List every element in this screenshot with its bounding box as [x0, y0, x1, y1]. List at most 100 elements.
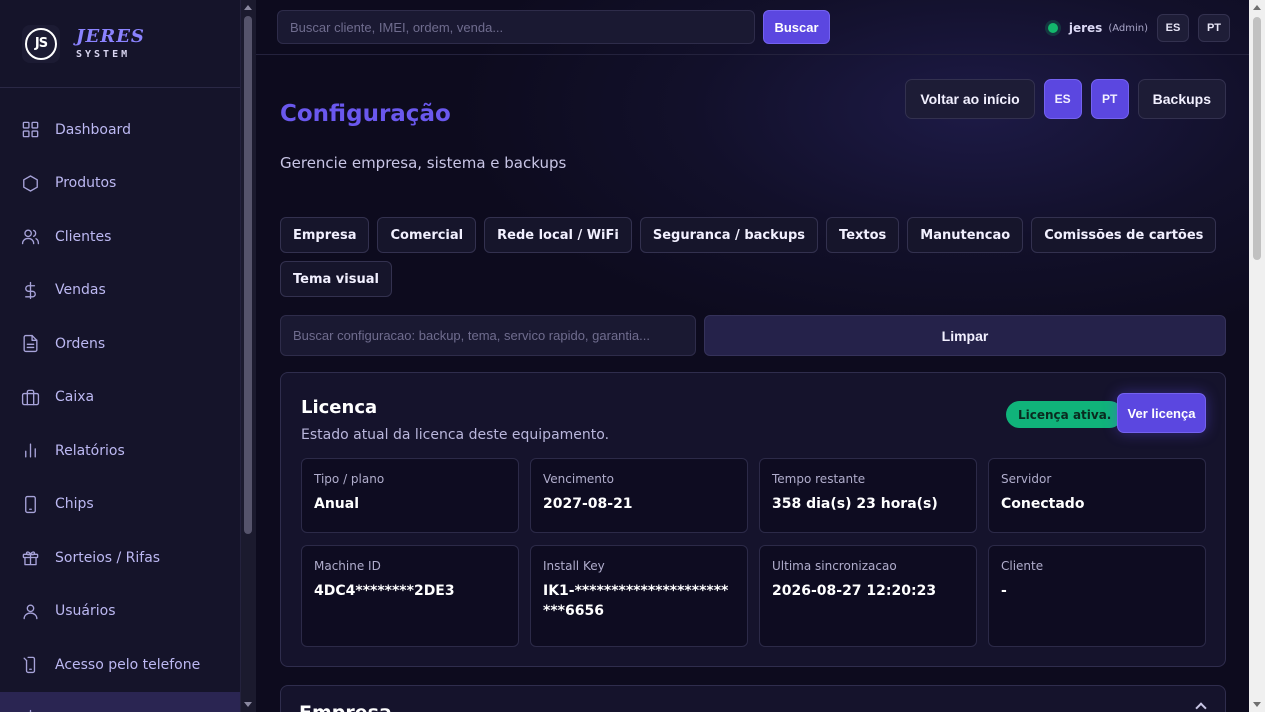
tab-tema-visual[interactable]: Tema visual	[280, 261, 392, 297]
config-search-input[interactable]	[280, 315, 696, 356]
sidebar-item-label: Vendas	[55, 282, 106, 299]
sidebar-item-configuracao[interactable]	[0, 691, 240, 712]
scroll-up-arrow-icon[interactable]	[1253, 5, 1261, 10]
license-field-plan: Tipo / plano Anual	[301, 458, 519, 533]
license-field-machine-id: Machine ID 4DC4********2DE3	[301, 545, 519, 647]
field-label: Vencimento	[543, 472, 614, 486]
scroll-down-arrow-icon[interactable]	[1253, 702, 1261, 707]
license-title: Licenca	[301, 397, 378, 418]
sidebar-item-clientes[interactable]: Clientes	[0, 210, 240, 264]
grid-icon	[22, 121, 39, 138]
lang-pt-button[interactable]: PT	[1198, 14, 1230, 42]
user-area: jeres (Admin) ES PT	[1047, 14, 1230, 42]
view-license-button[interactable]: Ver licença	[1117, 393, 1206, 433]
page-scrollbar[interactable]	[1249, 0, 1265, 712]
license-field-last-sync: Ultima sincronizacao 2026-08-27 12:20:23	[759, 545, 977, 647]
sidebar-item-label: Usuários	[55, 603, 116, 620]
sidebar-item-sorteios[interactable]: Sorteios / Rifas	[0, 531, 240, 585]
header-lang-pt-button[interactable]: PT	[1090, 79, 1129, 119]
sidebar-item-label: Relatórios	[55, 442, 125, 459]
tab-empresa[interactable]: Empresa	[280, 217, 370, 253]
sidebar-item-dashboard[interactable]: Dashboard	[0, 103, 240, 157]
lang-es-button[interactable]: ES	[1157, 14, 1189, 42]
sidebar-nav: Dashboard Produtos Clientes Vendas Orden…	[0, 88, 240, 712]
scroll-down-arrow-icon[interactable]	[244, 702, 252, 707]
brand-sub: SYSTEM	[76, 48, 131, 60]
sidebar-scrollbar-thumb[interactable]	[244, 16, 252, 534]
field-label: Tipo / plano	[314, 472, 385, 486]
tab-comercial[interactable]: Comercial	[377, 217, 477, 253]
field-value: 358 dia(s) 23 hora(s)	[772, 496, 938, 512]
field-value: -	[1001, 583, 1007, 599]
user-role: (Admin)	[1108, 22, 1148, 34]
sidebar-item-relatorios[interactable]: Relatórios	[0, 424, 240, 478]
gift-icon	[22, 551, 39, 566]
license-field-expiry: Vencimento 2027-08-21	[530, 458, 748, 533]
main-content: Buscar jeres (Admin) ES PT Configuração …	[256, 0, 1249, 712]
header-actions: Voltar ao início ES PT Backups	[905, 79, 1226, 119]
sidebar-item-ordens[interactable]: Ordens	[0, 317, 240, 371]
field-value: 4DC4********2DE3	[314, 583, 455, 599]
bar-chart-icon	[25, 443, 36, 458]
sidebar-item-acesso-telefone[interactable]: Acesso pelo telefone	[0, 638, 240, 692]
field-value: 2027-08-21	[543, 496, 633, 512]
sidebar-item-label: Clientes	[55, 228, 112, 245]
section-title: Empresa	[299, 702, 392, 712]
user-name: jeres	[1068, 21, 1103, 35]
backups-button[interactable]: Backups	[1137, 79, 1226, 119]
sidebar-item-label: Produtos	[55, 175, 117, 192]
back-home-button[interactable]: Voltar ao início	[905, 79, 1035, 119]
tab-rede-local[interactable]: Rede local / WiFi	[484, 217, 632, 253]
online-status-icon	[1047, 23, 1058, 33]
topbar: Buscar jeres (Admin) ES PT	[256, 0, 1249, 55]
dollar-icon	[25, 281, 36, 299]
sidebar-item-label: Caixa	[55, 389, 95, 406]
sidebar-item-vendas[interactable]: Vendas	[0, 264, 240, 318]
sidebar-item-produtos[interactable]: Produtos	[0, 157, 240, 211]
chevron-up-icon[interactable]	[1195, 702, 1207, 712]
logo: JS	[22, 24, 60, 63]
page-scrollbar-thumb[interactable]	[1253, 17, 1261, 260]
field-value: Conectado	[1001, 496, 1085, 512]
tab-seguranca-backups[interactable]: Seguranca / backups	[639, 217, 819, 253]
hexagon-icon	[23, 175, 38, 192]
user-icon	[23, 604, 38, 620]
field-label: Machine ID	[314, 559, 381, 573]
field-label: Cliente	[1001, 559, 1044, 573]
page-subtitle: Gerencie empresa, sistema e backups	[280, 154, 567, 172]
tab-comissoes-cartoes[interactable]: Comissões de cartões	[1031, 217, 1217, 253]
license-card: Licenca Estado atual da licenca deste eq…	[280, 372, 1226, 667]
sidebar-item-chips[interactable]: Chips	[0, 478, 240, 532]
global-search-input[interactable]	[277, 10, 755, 44]
phone-icon	[25, 495, 36, 513]
field-label: Servidor	[1001, 472, 1052, 486]
field-label: Tempo restante	[772, 472, 866, 486]
tab-manutencao[interactable]: Manutencao	[907, 217, 1024, 253]
brand[interactable]: JS JERES SYSTEM	[0, 0, 240, 88]
license-field-remaining: Tempo restante 358 dia(s) 23 hora(s)	[759, 458, 977, 533]
sidebar: JS JERES SYSTEM Dashboard Produtos Clien…	[0, 0, 241, 712]
sidebar-item-label: Dashboard	[55, 121, 131, 138]
license-subtitle: Estado atual da licenca deste equipament…	[301, 427, 610, 443]
sidebar-scrollbar[interactable]	[241, 0, 256, 712]
tab-textos[interactable]: Textos	[826, 217, 900, 253]
field-value: Anual	[314, 496, 360, 512]
phone-access-icon	[23, 656, 36, 674]
logo-mark: JS	[25, 27, 57, 60]
search-button[interactable]: Buscar	[763, 10, 830, 44]
sidebar-item-label: Acesso pelo telefone	[55, 656, 201, 673]
field-value: 2026-08-27 12:20:23	[772, 583, 937, 599]
sidebar-item-usuarios[interactable]: Usuários	[0, 585, 240, 639]
users-icon	[21, 229, 40, 245]
clear-button[interactable]: Limpar	[704, 315, 1226, 356]
header-lang-es-button[interactable]: ES	[1043, 79, 1082, 119]
scroll-up-arrow-icon[interactable]	[244, 5, 252, 10]
sidebar-item-caixa[interactable]: Caixa	[0, 371, 240, 425]
status-badge: Licença ativa.	[1006, 401, 1124, 428]
config-tabs: Empresa Comercial Rede local / WiFi Segu…	[280, 217, 1230, 297]
page-title: Configuração	[280, 101, 451, 127]
field-label: Install Key	[543, 559, 605, 573]
sidebar-item-label: Sorteios / Rifas	[55, 549, 161, 566]
license-field-server: Servidor Conectado	[988, 458, 1206, 533]
empresa-section[interactable]: Empresa	[280, 685, 1226, 712]
